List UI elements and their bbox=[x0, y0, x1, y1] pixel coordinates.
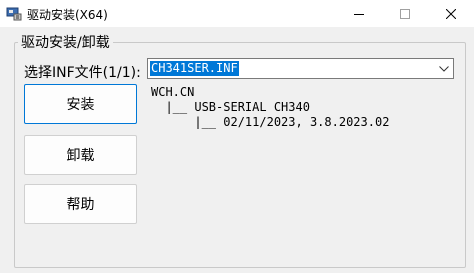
group-title: 驱动安装/卸载 bbox=[18, 32, 113, 52]
close-icon bbox=[446, 8, 456, 19]
install-button[interactable]: 安装 bbox=[24, 84, 137, 124]
minimize-button[interactable] bbox=[336, 0, 382, 27]
inf-file-label: 选择INF文件(1/1): bbox=[24, 65, 141, 81]
close-button[interactable] bbox=[428, 0, 474, 27]
chevron-down-icon[interactable] bbox=[434, 59, 453, 78]
help-button[interactable]: 帮助 bbox=[24, 184, 137, 224]
version-line: |__ 02/11/2023, 3.8.2023.02 bbox=[151, 115, 390, 129]
maximize-button[interactable] bbox=[382, 0, 428, 27]
dialog-body: 驱动安装/卸载 选择INF文件(1/1): CH341SER.INF 安装 卸载… bbox=[0, 27, 474, 273]
maximize-icon bbox=[400, 8, 410, 19]
title-bar[interactable]: 驱动安装(X64) bbox=[0, 0, 474, 27]
inf-file-value: CH341SER.INF bbox=[150, 61, 239, 76]
device-line: |__ USB-SERIAL CH340 bbox=[151, 100, 310, 114]
driver-info-panel: WCH.CN |__ USB-SERIAL CH340 |__ 02/11/20… bbox=[147, 83, 454, 257]
inf-file-select[interactable]: CH341SER.INF bbox=[147, 58, 454, 79]
uninstall-button[interactable]: 卸载 bbox=[24, 135, 137, 175]
minimize-icon bbox=[354, 9, 364, 19]
vendor-line: WCH.CN bbox=[151, 85, 195, 99]
usb-chip-icon bbox=[6, 5, 22, 21]
window-title: 驱动安装(X64) bbox=[27, 8, 108, 22]
